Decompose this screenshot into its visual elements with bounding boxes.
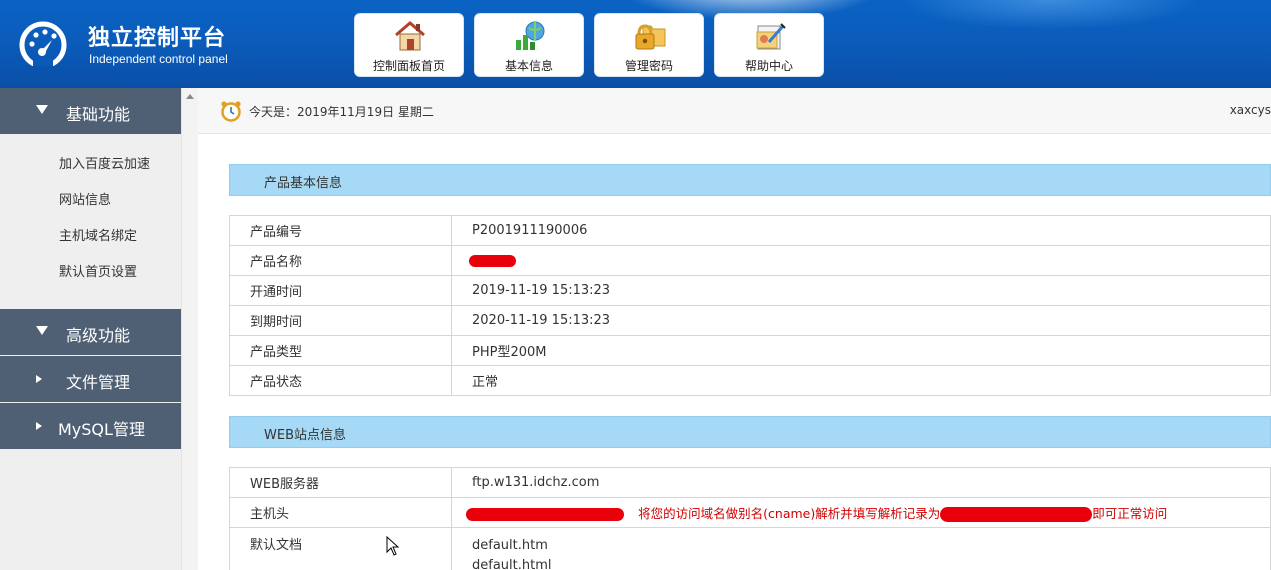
row-key: 产品名称: [229, 245, 452, 276]
row-key: 产品编号: [229, 215, 452, 246]
table-row: WEB服务器 ftp.w131.idchz.com: [229, 467, 1271, 498]
nav-password-label: 管理密码: [624, 59, 673, 73]
today-date-text: 今天是：2019年11月19日 星期二: [249, 105, 434, 119]
default-doc-item: default.htm: [472, 538, 548, 553]
cname-instruction: 将您的访问域名做别名(cname)解析并填写解析记录为: [638, 506, 941, 521]
alarm-clock-icon: [221, 101, 241, 122]
expand-right-icon: [36, 422, 42, 430]
row-key: 产品类型: [229, 335, 452, 366]
sidebar-group-mysql[interactable]: MySQL管理: [0, 403, 181, 449]
sidebar-item-domain-binding[interactable]: 主机域名绑定: [59, 225, 137, 244]
table-row: 产品编号 P2001911190006: [229, 215, 1271, 246]
host-header-value: 将您的访问域名做别名(cname)解析并填写解析记录为 即可正常访问: [451, 497, 1271, 528]
username: xaxcys: [1229, 103, 1271, 117]
scroll-up-arrow-icon[interactable]: [186, 94, 194, 99]
row-key: 产品状态: [229, 365, 452, 396]
default-doc-item: default.html: [472, 558, 552, 570]
sidebar-group-label: MySQL管理: [58, 420, 145, 439]
expand-down-icon: [36, 326, 48, 335]
web-server-value: ftp.w131.idchz.com: [451, 467, 1271, 498]
lock-folder-icon: [635, 24, 666, 50]
sidebar-group-files[interactable]: 文件管理: [0, 356, 181, 402]
row-value: 2019-11-19 15:13:23: [451, 275, 1271, 306]
table-row: 产品状态 正常: [229, 365, 1271, 396]
expand-down-icon: [36, 105, 48, 114]
table-row: 开通时间 2019-11-19 15:13:23: [229, 275, 1271, 306]
nav-password-button[interactable]: 管理密码: [594, 13, 704, 77]
web-section-header: WEB站点信息: [229, 416, 1271, 448]
section-title: WEB站点信息: [264, 428, 346, 443]
app-subtitle: Independent control panel: [89, 52, 228, 66]
sidebar-group-advanced[interactable]: 高级功能: [0, 309, 181, 355]
row-value: [451, 245, 1271, 276]
sidebar-group-label: 高级功能: [66, 326, 131, 345]
row-value: P2001911190006: [451, 215, 1271, 246]
sidebar-group-label: 文件管理: [66, 373, 131, 392]
date-bar: 今天是：2019年11月19日 星期二 xaxcys: [198, 88, 1271, 134]
row-key: WEB服务器: [229, 467, 452, 498]
row-value: PHP型200M: [451, 335, 1271, 366]
redaction-mark: [469, 254, 516, 267]
table-row: 到期时间 2020-11-19 15:13:23: [229, 305, 1271, 336]
sidebar-group-basic[interactable]: 基础功能: [0, 88, 181, 134]
product-info-table: 产品编号 P2001911190006 产品名称 开通时间 2019-11-19…: [229, 215, 1271, 396]
table-row: 主机头 将您的访问域名做别名(cname)解析并填写解析记录为 即可正常访问: [229, 497, 1271, 528]
sidebar-scrollbar[interactable]: [181, 88, 198, 570]
redaction-mark: [466, 508, 624, 521]
house-icon: [395, 21, 425, 51]
mouse-cursor-icon: [386, 536, 400, 556]
product-section-header: 产品基本信息: [229, 164, 1271, 196]
app-title: 独立控制平台: [88, 26, 227, 51]
sidebar-item-site-info[interactable]: 网站信息: [59, 189, 111, 208]
cname-instruction-suffix: 即可正常访问: [1092, 506, 1168, 521]
sidebar: 基础功能 加入百度云加速 网站信息 主机域名绑定 默认首页设置 高级功能 文件管…: [0, 88, 198, 570]
nav-help-label: 帮助中心: [744, 59, 793, 73]
expand-right-icon: [36, 375, 42, 383]
header: 独立控制平台 Independent control panel 控制面板首页 …: [0, 0, 1271, 88]
section-title: 产品基本信息: [264, 176, 343, 191]
help-doc-icon: [756, 23, 786, 50]
nav-basic-info-label: 基本信息: [504, 59, 553, 73]
chart-globe-icon: [516, 21, 545, 50]
default-docs-value: default.htm default.html: [451, 527, 1271, 570]
table-row: 产品类型 PHP型200M: [229, 335, 1271, 366]
nav-help-button[interactable]: 帮助中心: [714, 13, 824, 77]
table-row: 产品名称: [229, 245, 1271, 276]
nav-basic-info-button[interactable]: 基本信息: [474, 13, 584, 77]
row-key: 到期时间: [229, 305, 452, 336]
row-key: 主机头: [229, 497, 452, 528]
row-key: 默认文档: [229, 527, 452, 570]
row-value: 正常: [451, 365, 1271, 396]
speedometer-logo-icon: [19, 21, 67, 66]
nav-home-button[interactable]: 控制面板首页: [354, 13, 464, 77]
row-value: 2020-11-19 15:13:23: [451, 305, 1271, 336]
nav-home-label: 控制面板首页: [372, 59, 445, 73]
row-key: 开通时间: [229, 275, 452, 306]
redaction-mark: [940, 507, 1093, 522]
sidebar-item-baidu-cdn[interactable]: 加入百度云加速: [59, 153, 150, 172]
sidebar-group-label: 基础功能: [66, 105, 131, 124]
sidebar-item-default-page[interactable]: 默认首页设置: [59, 261, 137, 280]
